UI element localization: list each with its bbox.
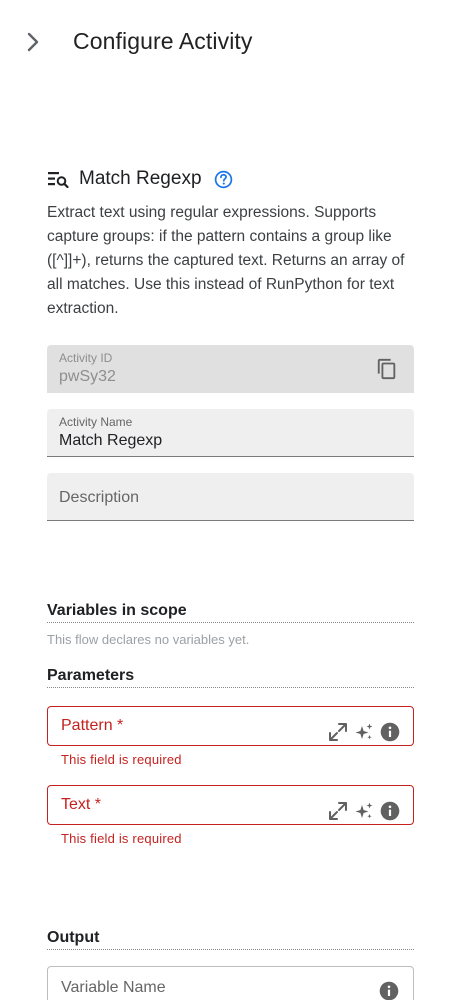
output-heading: Output bbox=[47, 929, 414, 950]
panel-header: Configure Activity bbox=[0, 0, 470, 84]
chevron-right-icon[interactable] bbox=[22, 30, 44, 54]
sparkle-ai-icon[interactable] bbox=[353, 721, 375, 743]
activity-name-value[interactable]: Match Regexp bbox=[59, 432, 162, 450]
activity-id-label: Activity ID bbox=[59, 351, 113, 365]
description-field[interactable]: Description bbox=[47, 473, 414, 521]
text-label: Text * bbox=[61, 796, 102, 813]
activity-title: Match Regexp bbox=[79, 168, 202, 189]
sparkle-ai-icon[interactable] bbox=[353, 800, 375, 822]
activity-id-field: Activity ID pwSy32 bbox=[47, 345, 414, 393]
info-icon[interactable] bbox=[379, 721, 401, 743]
help-circle-icon[interactable] bbox=[214, 169, 234, 189]
info-icon[interactable] bbox=[379, 981, 401, 1000]
activity-name-field[interactable]: Activity Name Match Regexp bbox=[47, 409, 414, 457]
pattern-error: This field is required bbox=[61, 752, 182, 767]
activity-id-value: pwSy32 bbox=[59, 368, 116, 385]
parameters-heading: Parameters bbox=[47, 667, 414, 688]
expand-icon[interactable] bbox=[327, 800, 349, 822]
text-tools bbox=[327, 800, 401, 822]
output-variable-input[interactable]: Variable Name bbox=[47, 966, 414, 1000]
description-placeholder: Description bbox=[59, 489, 140, 506]
activity-name-label: Activity Name bbox=[59, 415, 133, 429]
pattern-input[interactable]: Pattern * bbox=[47, 706, 414, 746]
pattern-label: Pattern * bbox=[61, 717, 124, 734]
expand-icon[interactable] bbox=[327, 721, 349, 743]
pattern-tools bbox=[327, 721, 401, 743]
panel-title: Configure Activity bbox=[73, 28, 253, 54]
copy-icon[interactable] bbox=[376, 358, 398, 380]
text-error: This field is required bbox=[61, 831, 182, 846]
regex-search-icon bbox=[47, 167, 71, 191]
variables-in-scope-heading: Variables in scope bbox=[47, 602, 414, 623]
info-icon[interactable] bbox=[379, 800, 401, 822]
text-input[interactable]: Text * bbox=[47, 785, 414, 825]
variables-empty-text: This flow declares no variables yet. bbox=[47, 632, 250, 647]
variable-name-placeholder: Variable Name bbox=[61, 979, 166, 996]
activity-description: Extract text using regular expressions. … bbox=[47, 204, 405, 317]
configure-activity-panel: Configure Activity Match Regexp Extract … bbox=[0, 0, 470, 1000]
activity-heading: Match Regexp bbox=[47, 166, 234, 192]
